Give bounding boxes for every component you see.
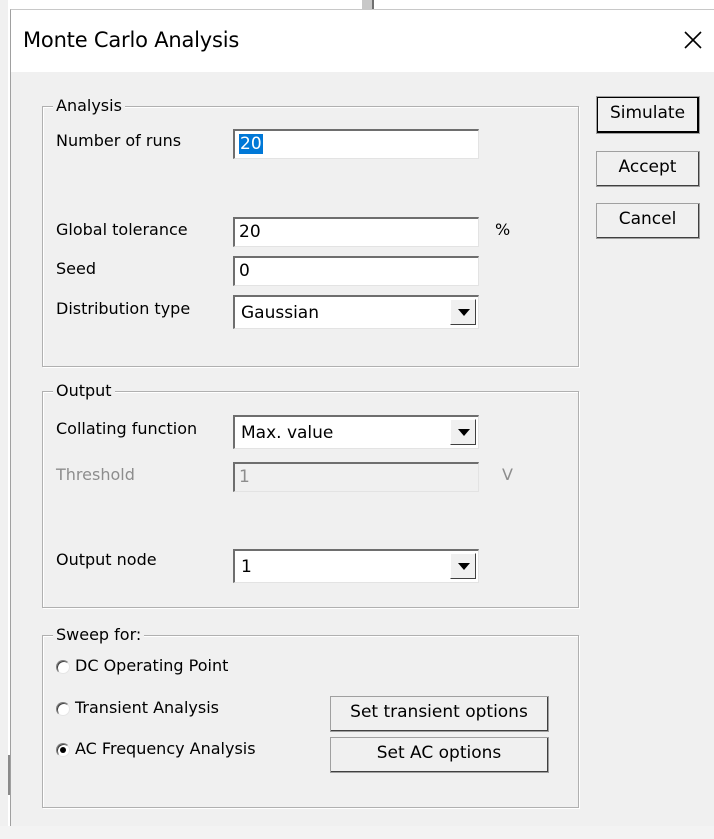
chevron-down-icon[interactable]: [450, 419, 476, 445]
dc-operating-point-label[interactable]: DC Operating Point: [75, 656, 228, 675]
seed-input[interactable]: 0: [233, 256, 479, 286]
close-button[interactable]: [671, 18, 714, 62]
output-legend: Output: [53, 381, 115, 400]
chevron-down-icon[interactable]: [450, 553, 476, 579]
ac-frequency-analysis-label[interactable]: AC Frequency Analysis: [75, 739, 256, 758]
transient-analysis-label[interactable]: Transient Analysis: [75, 698, 219, 717]
output-group: Output Collating function Max. value Thr…: [42, 381, 579, 608]
set-ac-options-button[interactable]: Set AC options: [330, 737, 549, 773]
background-strip: [0, 826, 714, 839]
simulate-button[interactable]: Simulate: [596, 96, 700, 134]
threshold-unit: V: [502, 465, 513, 484]
cancel-button[interactable]: Cancel: [596, 203, 700, 239]
number-of-runs-label: Number of runs: [56, 131, 182, 150]
radio-transient-analysis[interactable]: [56, 702, 70, 716]
background-window-edge: [362, 0, 374, 9]
threshold-input[interactable]: 1: [233, 462, 479, 492]
dialog-title: Monte Carlo Analysis: [23, 28, 240, 52]
number-of-runs-value: 20: [239, 134, 263, 154]
analysis-group: Analysis Number of runs 20 Global tolera…: [42, 96, 579, 367]
output-node-select[interactable]: 1: [233, 549, 479, 583]
close-icon: [684, 31, 702, 49]
seed-label: Seed: [56, 259, 96, 278]
number-of-runs-input[interactable]: 20: [233, 129, 479, 159]
chevron-down-icon[interactable]: [450, 299, 476, 325]
output-node-label: Output node: [56, 550, 157, 569]
collating-function-value: Max. value: [241, 423, 334, 443]
monte-carlo-dialog: Monte Carlo Analysis Simulate Accept Can…: [10, 9, 714, 826]
threshold-label: Threshold: [56, 465, 135, 484]
distribution-type-select[interactable]: Gaussian: [233, 295, 479, 329]
distribution-type-label: Distribution type: [56, 299, 191, 318]
sweep-legend: Sweep for:: [53, 625, 145, 644]
global-tolerance-input[interactable]: 20: [233, 217, 479, 247]
accept-button[interactable]: Accept: [596, 151, 700, 187]
sweep-group: Sweep for: DC Operating Point Transient …: [42, 625, 579, 808]
output-node-value: 1: [241, 557, 252, 577]
analysis-legend: Analysis: [53, 96, 125, 115]
radio-dc-operating-point[interactable]: [56, 660, 70, 674]
distribution-type-value: Gaussian: [241, 303, 319, 323]
background-window: [0, 0, 8, 839]
title-bar: Monte Carlo Analysis: [11, 10, 714, 72]
collating-function-select[interactable]: Max. value: [233, 415, 479, 449]
global-tolerance-label: Global tolerance: [56, 220, 188, 239]
global-tolerance-unit: %: [495, 220, 511, 239]
radio-ac-frequency-analysis[interactable]: [56, 743, 70, 757]
collating-function-label: Collating function: [56, 419, 198, 438]
set-transient-options-button[interactable]: Set transient options: [330, 696, 549, 732]
